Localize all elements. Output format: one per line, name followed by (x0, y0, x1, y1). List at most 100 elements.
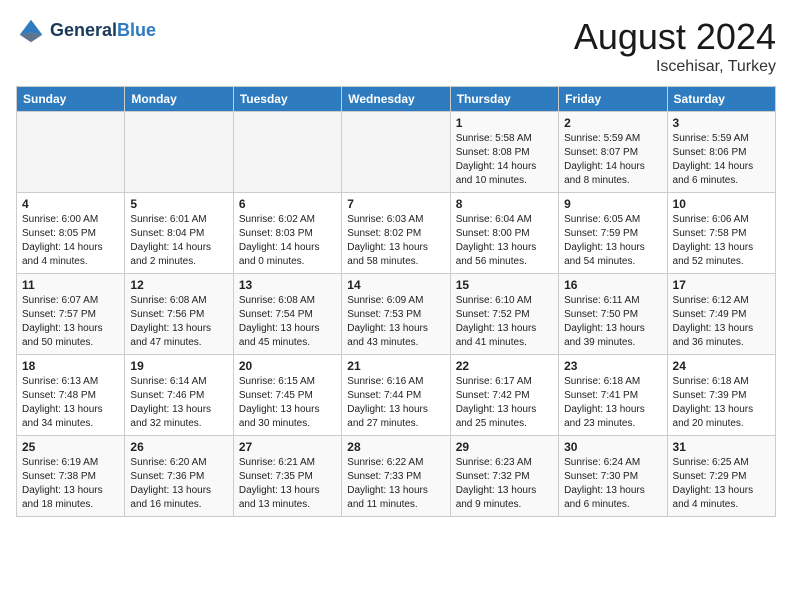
day-number: 17 (673, 278, 770, 292)
day-number: 5 (130, 197, 227, 211)
calendar-cell: 31Sunrise: 6:25 AMSunset: 7:29 PMDayligh… (667, 436, 775, 517)
logo: GeneralBlue (16, 16, 156, 46)
day-number: 26 (130, 440, 227, 454)
calendar-cell: 21 Sunrise: 6:16 AMSunset: 7:44 PMDayligh… (342, 355, 450, 436)
day-number: 20 (239, 359, 336, 373)
calendar-cell: 9 Sunrise: 6:05 AMSunset: 7:59 PMDaylight… (559, 193, 667, 274)
calendar-cell: 19Sunrise: 6:14 AMSunset: 7:46 PMDayligh… (125, 355, 233, 436)
day-number: 18 (22, 359, 119, 373)
header-thursday: Thursday (450, 87, 558, 112)
day-content: Sunrise: 6:17 AMSunset: 7:42 PMDaylight:… (456, 375, 553, 431)
day-content: Sunrise: 6:22 AMSunset: 7:33 PMDaylight:… (347, 456, 444, 512)
calendar-cell (17, 112, 125, 193)
calendar-cell: 6 Sunrise: 6:02 AMSunset: 8:03 PMDaylight… (233, 193, 341, 274)
day-content: Sunrise: 6:12 AMSunset: 7:49 PMDaylight:… (673, 294, 770, 350)
day-content: Sunrise: 6:06 AMSunset: 7:58 PMDaylight:… (673, 213, 770, 269)
day-content: Sunrise: 6:03 AMSunset: 8:02 PMDaylight:… (347, 213, 444, 269)
calendar-week-row: 11Sunrise: 6:07 AMSunset: 7:57 PMDayligh… (17, 274, 776, 355)
calendar-cell: 1Sunrise: 5:58 AMSunset: 8:08 PMDaylight… (450, 112, 558, 193)
day-number: 25 (22, 440, 119, 454)
day-content: Sunrise: 5:58 AMSunset: 8:08 PMDaylight:… (456, 132, 553, 188)
day-number: 2 (564, 116, 661, 130)
calendar-cell: 18 Sunrise: 6:13 AMSunset: 7:48 PMDayligh… (17, 355, 125, 436)
calendar-cell: 10 Sunrise: 6:06 AMSunset: 7:58 PMDayligh… (667, 193, 775, 274)
month-title: August 2024 (574, 16, 776, 58)
calendar-cell: 25 Sunrise: 6:19 AMSunset: 7:38 PMDayligh… (17, 436, 125, 517)
day-number: 31 (673, 440, 770, 454)
calendar-cell: 13 Sunrise: 6:08 AMSunset: 7:54 PMDayligh… (233, 274, 341, 355)
calendar-cell: 14 Sunrise: 6:09 AMSunset: 7:53 PMDayligh… (342, 274, 450, 355)
day-number: 3 (673, 116, 770, 130)
calendar-week-row: 1Sunrise: 5:58 AMSunset: 8:08 PMDaylight… (17, 112, 776, 193)
day-number: 24 (673, 359, 770, 373)
day-content: Sunrise: 5:59 AMSunset: 8:07 PMDaylight:… (564, 132, 661, 188)
day-number: 10 (673, 197, 770, 211)
calendar-header-row: SundayMondayTuesdayWednesdayThursdayFrid… (17, 87, 776, 112)
day-content: Sunrise: 6:01 AMSunset: 8:04 PMDaylight:… (130, 213, 227, 269)
calendar-cell: 8 Sunrise: 6:04 AMSunset: 8:00 PMDaylight… (450, 193, 558, 274)
day-content: Sunrise: 6:18 AMSunset: 7:39 PMDaylight:… (673, 375, 770, 431)
day-number: 27 (239, 440, 336, 454)
calendar-cell: 23 Sunrise: 6:18 AMSunset: 7:41 PMDayligh… (559, 355, 667, 436)
day-content: Sunrise: 6:08 AMSunset: 7:54 PMDaylight:… (239, 294, 336, 350)
day-content: Sunrise: 6:23 AMSunset: 7:32 PMDaylight:… (456, 456, 553, 512)
day-content: Sunrise: 6:00 AMSunset: 8:05 PMDaylight:… (22, 213, 119, 269)
day-content: Sunrise: 6:20 AMSunset: 7:36 PMDaylight:… (130, 456, 227, 512)
calendar-week-row: 25 Sunrise: 6:19 AMSunset: 7:38 PMDayligh… (17, 436, 776, 517)
calendar-cell: 26 Sunrise: 6:20 AMSunset: 7:36 PMDayligh… (125, 436, 233, 517)
calendar-cell: 12 Sunrise: 6:08 AMSunset: 7:56 PMDayligh… (125, 274, 233, 355)
header-sunday: Sunday (17, 87, 125, 112)
day-number: 15 (456, 278, 553, 292)
day-number: 6 (239, 197, 336, 211)
day-number: 7 (347, 197, 444, 211)
day-number: 14 (347, 278, 444, 292)
day-number: 11 (22, 278, 119, 292)
header-wednesday: Wednesday (342, 87, 450, 112)
day-number: 29 (456, 440, 553, 454)
calendar-cell (125, 112, 233, 193)
header-friday: Friday (559, 87, 667, 112)
day-content: Sunrise: 6:13 AMSunset: 7:48 PMDaylight:… (22, 375, 119, 431)
calendar-cell: 3 Sunrise: 5:59 AMSunset: 8:06 PMDaylight… (667, 112, 775, 193)
day-content: Sunrise: 6:02 AMSunset: 8:03 PMDaylight:… (239, 213, 336, 269)
day-content: Sunrise: 6:10 AMSunset: 7:52 PMDaylight:… (456, 294, 553, 350)
calendar-cell: 30 Sunrise: 6:24 AMSunset: 7:30 PMDayligh… (559, 436, 667, 517)
calendar-cell (233, 112, 341, 193)
calendar-table: SundayMondayTuesdayWednesdayThursdayFrid… (16, 86, 776, 517)
day-content: Sunrise: 6:05 AMSunset: 7:59 PMDaylight:… (564, 213, 661, 269)
header-tuesday: Tuesday (233, 87, 341, 112)
day-number: 8 (456, 197, 553, 211)
header-saturday: Saturday (667, 87, 775, 112)
calendar-cell: 20Sunrise: 6:15 AMSunset: 7:45 PMDayligh… (233, 355, 341, 436)
day-content: Sunrise: 6:04 AMSunset: 8:00 PMDaylight:… (456, 213, 553, 269)
day-content: Sunrise: 6:19 AMSunset: 7:38 PMDaylight:… (22, 456, 119, 512)
calendar-cell: 22 Sunrise: 6:17 AMSunset: 7:42 PMDayligh… (450, 355, 558, 436)
day-content: Sunrise: 6:09 AMSunset: 7:53 PMDaylight:… (347, 294, 444, 350)
calendar-cell: 7 Sunrise: 6:03 AMSunset: 8:02 PMDaylight… (342, 193, 450, 274)
calendar-week-row: 18 Sunrise: 6:13 AMSunset: 7:48 PMDayligh… (17, 355, 776, 436)
day-number: 30 (564, 440, 661, 454)
calendar-week-row: 4 Sunrise: 6:00 AMSunset: 8:05 PMDaylight… (17, 193, 776, 274)
day-content: Sunrise: 6:08 AMSunset: 7:56 PMDaylight:… (130, 294, 227, 350)
day-number: 28 (347, 440, 444, 454)
day-content: Sunrise: 6:18 AMSunset: 7:41 PMDaylight:… (564, 375, 661, 431)
day-number: 9 (564, 197, 661, 211)
day-number: 13 (239, 278, 336, 292)
day-content: Sunrise: 6:21 AMSunset: 7:35 PMDaylight:… (239, 456, 336, 512)
day-number: 23 (564, 359, 661, 373)
day-number: 12 (130, 278, 227, 292)
day-content: Sunrise: 5:59 AMSunset: 8:06 PMDaylight:… (673, 132, 770, 188)
calendar-cell: 27 Sunrise: 6:21 AMSunset: 7:35 PMDayligh… (233, 436, 341, 517)
location: Iscehisar, Turkey (574, 58, 776, 76)
page-header: GeneralBlue August 2024 Iscehisar, Turke… (16, 16, 776, 76)
calendar-cell: 4 Sunrise: 6:00 AMSunset: 8:05 PMDaylight… (17, 193, 125, 274)
day-number: 21 (347, 359, 444, 373)
calendar-cell: 16Sunrise: 6:11 AMSunset: 7:50 PMDayligh… (559, 274, 667, 355)
logo-icon (16, 16, 46, 46)
day-number: 22 (456, 359, 553, 373)
calendar-cell: 17 Sunrise: 6:12 AMSunset: 7:49 PMDayligh… (667, 274, 775, 355)
day-number: 4 (22, 197, 119, 211)
day-content: Sunrise: 6:16 AMSunset: 7:44 PMDaylight:… (347, 375, 444, 431)
day-content: Sunrise: 6:24 AMSunset: 7:30 PMDaylight:… (564, 456, 661, 512)
calendar-cell (342, 112, 450, 193)
